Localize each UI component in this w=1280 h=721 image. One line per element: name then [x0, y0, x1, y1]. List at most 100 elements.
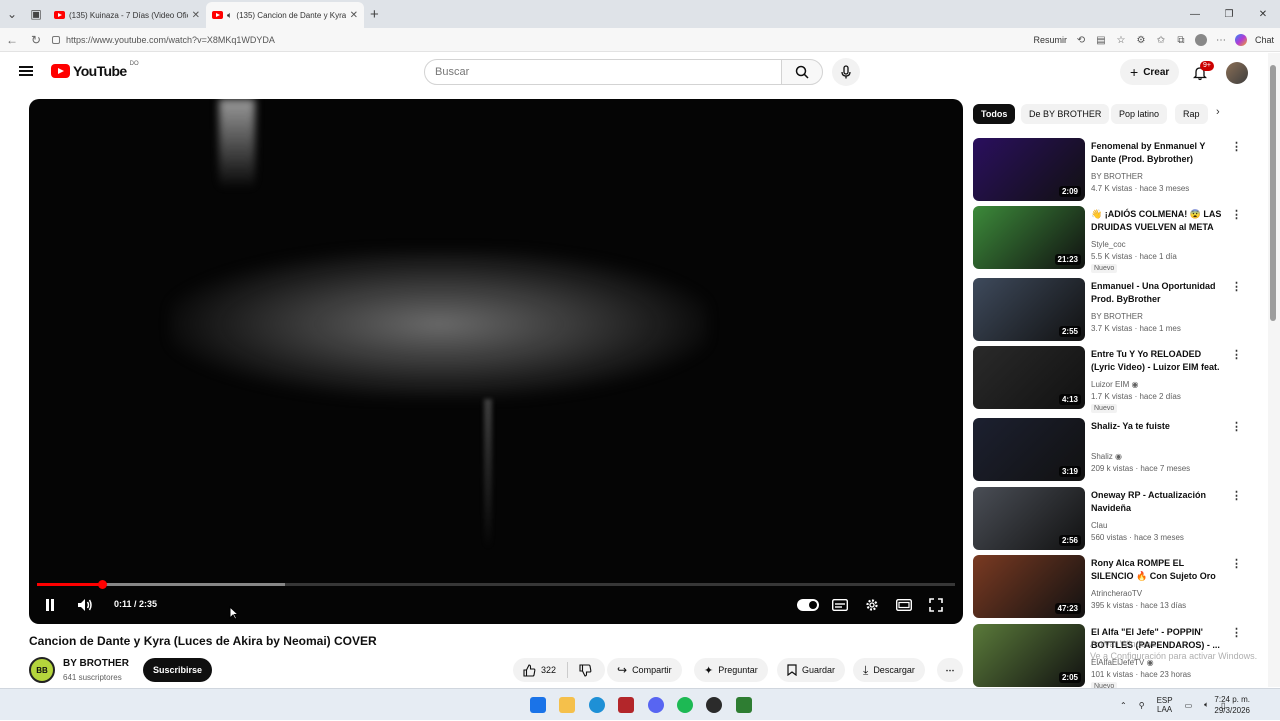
dislike-icon[interactable] [579, 663, 592, 677]
close-tab-icon[interactable]: ✕ [350, 10, 358, 21]
recommendation-channel[interactable]: BY BROTHER [1091, 312, 1143, 321]
maximize-icon[interactable]: ❐ [1212, 9, 1246, 20]
spotify-icon[interactable] [677, 697, 693, 713]
account-avatar[interactable] [1226, 62, 1248, 84]
search-input[interactable]: Buscar [424, 59, 782, 85]
share-button[interactable]: ↪ Compartir [607, 658, 682, 682]
tray-chevron-up-icon[interactable]: ⌃ [1120, 701, 1127, 710]
subscribe-button[interactable]: Suscribirse [143, 658, 213, 682]
recommendation-channel[interactable]: AtrincheraoTV [1091, 589, 1142, 598]
recommendation-card[interactable]: 47:23 Rony Alca ROMPE EL SILENCIO 🔥 Con S… [973, 555, 1243, 619]
taskbar-clock[interactable]: 7:24 p. m. 29/3/2026 [1214, 694, 1250, 716]
video-thumbnail[interactable]: 2:09 [973, 138, 1085, 201]
recommendation-card[interactable]: 2:55 Enmanuel - Una Oportunidad Prod. ByB… [973, 278, 1243, 342]
chat-button[interactable]: Chat [1255, 35, 1274, 45]
tray-app-icon[interactable]: ⚲ [1139, 701, 1145, 710]
summarize-button[interactable]: Resumir [1033, 35, 1067, 45]
discord-icon[interactable] [648, 697, 664, 713]
chevron-right-icon[interactable]: › [1216, 106, 1220, 118]
copilot-icon[interactable] [1234, 34, 1247, 46]
chip-rap[interactable]: Rap [1175, 104, 1208, 124]
recommendation-title[interactable]: 👋 ¡ADIÓS COLMENA! 😨 LAS DRUIDAS VUELVEN … [1091, 208, 1227, 234]
edge-browser-icon[interactable] [589, 697, 605, 713]
save-button[interactable]: Guardar [777, 658, 846, 682]
close-window-icon[interactable]: ✕ [1246, 9, 1280, 20]
file-explorer-icon[interactable] [559, 697, 575, 713]
pause-button[interactable] [41, 596, 59, 614]
more-vertical-icon[interactable]: ⋮ [1231, 348, 1242, 361]
browser-tab-2[interactable]: 🔈︎ (135) Cancion de Dante y Kyra ✕ [206, 2, 364, 28]
fullscreen-button[interactable] [927, 596, 945, 614]
autoplay-toggle[interactable] [797, 599, 819, 611]
speaker-icon[interactable]: 🔈︎ [227, 10, 232, 21]
new-tab-button[interactable]: + [370, 6, 379, 23]
app-icon[interactable] [736, 697, 752, 713]
volume-button[interactable] [75, 596, 95, 614]
menu-icon[interactable] [19, 66, 33, 76]
more-options-icon[interactable]: ⋯ [1215, 34, 1227, 46]
profile-avatar[interactable] [1194, 34, 1207, 46]
recommendation-title[interactable]: Enmanuel - Una Oportunidad Prod. ByBroth… [1091, 280, 1227, 306]
channel-avatar[interactable]: BB [29, 657, 55, 683]
extensions-icon[interactable]: ⚙ [1135, 34, 1147, 46]
youtube-logo[interactable]: YouTube DO [51, 61, 139, 79]
more-vertical-icon[interactable]: ⋮ [1231, 420, 1242, 433]
chip-pop-latino[interactable]: Pop latino [1111, 104, 1168, 124]
theater-mode-button[interactable] [895, 596, 913, 614]
recommendation-channel[interactable]: Clau [1091, 521, 1107, 530]
browser-tab-1[interactable]: (135) Kuinaza - 7 Días (Video Ofici ✕ [48, 2, 206, 28]
progress-bar[interactable] [37, 580, 955, 589]
video-thumbnail[interactable]: 2:55 [973, 278, 1085, 341]
create-button[interactable]: + Crear [1120, 59, 1180, 85]
recommendation-channel[interactable]: Luizor EIM ◉ [1091, 380, 1138, 389]
more-vertical-icon[interactable]: ⋮ [1231, 557, 1242, 570]
speaker-icon[interactable]: 🔈︎ [1204, 700, 1209, 710]
recommendation-card[interactable]: 4:13 Entre Tu Y Yo RELOADED (Lyric Video)… [973, 346, 1243, 413]
voice-search-button[interactable] [832, 58, 860, 86]
video-thumbnail[interactable]: 47:23 [973, 555, 1085, 618]
page-scrollbar[interactable] [1268, 53, 1280, 687]
video-player[interactable]: 0:11 / 2:35 [29, 99, 963, 624]
video-thumbnail[interactable]: 3:19 [973, 418, 1085, 481]
search-button[interactable] [781, 59, 823, 85]
more-vertical-icon[interactable]: ⋮ [1231, 140, 1242, 153]
back-icon[interactable]: ← [0, 33, 24, 47]
recommendation-title[interactable]: Fenomenal by Enmanuel Y Dante (Prod. Byb… [1091, 140, 1227, 166]
recommendation-channel[interactable]: Style_coc [1091, 240, 1126, 249]
collections-icon[interactable]: ⧉ [1175, 34, 1187, 46]
video-thumbnail[interactable]: 2:05 [973, 624, 1085, 687]
recommendation-card[interactable]: 2:56 Oneway RP - Actualización Navideña Cl… [973, 487, 1243, 551]
recommendation-card[interactable]: 21:23 👋 ¡ADIÓS COLMENA! 😨 LAS DRUIDAS VUE… [973, 206, 1243, 273]
channel-name[interactable]: BY BROTHER [63, 658, 129, 669]
like-count[interactable]: 322 [541, 665, 556, 675]
close-tab-icon[interactable]: ✕ [192, 10, 200, 21]
chip-all[interactable]: Todos [973, 104, 1016, 124]
url-field[interactable]: https://www.youtube.com/watch?v=X8MKq1WD… [52, 31, 1032, 49]
scrubber-handle[interactable] [98, 580, 108, 589]
more-actions-button[interactable]: ⋯ [937, 658, 963, 682]
scrollbar-thumb[interactable] [1270, 65, 1276, 321]
download-button[interactable]: ⤓ Descargar [853, 658, 925, 682]
video-thumbnail[interactable]: 2:56 [973, 487, 1085, 550]
chip-by-brother[interactable]: De BY BROTHER [1021, 104, 1110, 124]
more-vertical-icon[interactable]: ⋮ [1231, 280, 1242, 293]
like-icon[interactable] [523, 663, 536, 677]
subtitles-button[interactable] [831, 596, 849, 614]
tab-actions-menu-icon[interactable]: ⌄ [0, 2, 24, 26]
recommendation-title[interactable]: Entre Tu Y Yo RELOADED (Lyric Video) - L… [1091, 348, 1227, 374]
recommendation-title[interactable]: Rony Alca ROMPE EL SILENCIO 🔥 Con Sujeto… [1091, 557, 1227, 583]
refresh-icon[interactable]: ↻ [24, 33, 48, 47]
start-windows-icon[interactable] [530, 697, 546, 713]
recommendation-channel[interactable]: BY BROTHER [1091, 172, 1143, 181]
obs-icon[interactable] [706, 697, 722, 713]
favorite-star-icon[interactable]: ☆ [1115, 34, 1127, 46]
favorites-icon[interactable]: ✩ [1155, 34, 1167, 46]
recommendation-channel[interactable]: Shaliz ◉ [1091, 452, 1122, 461]
ask-button[interactable]: ✦ Preguntar [694, 658, 768, 682]
language-indicator[interactable]: ESP LAA [1157, 696, 1173, 714]
recommendation-title[interactable]: Oneway RP - Actualización Navideña [1091, 489, 1227, 515]
workspaces-icon[interactable]: ▣ [24, 2, 48, 26]
minimize-icon[interactable]: — [1178, 9, 1212, 20]
video-thumbnail[interactable]: 21:23 [973, 206, 1085, 269]
read-aloud-icon[interactable]: ▤ [1095, 34, 1107, 46]
